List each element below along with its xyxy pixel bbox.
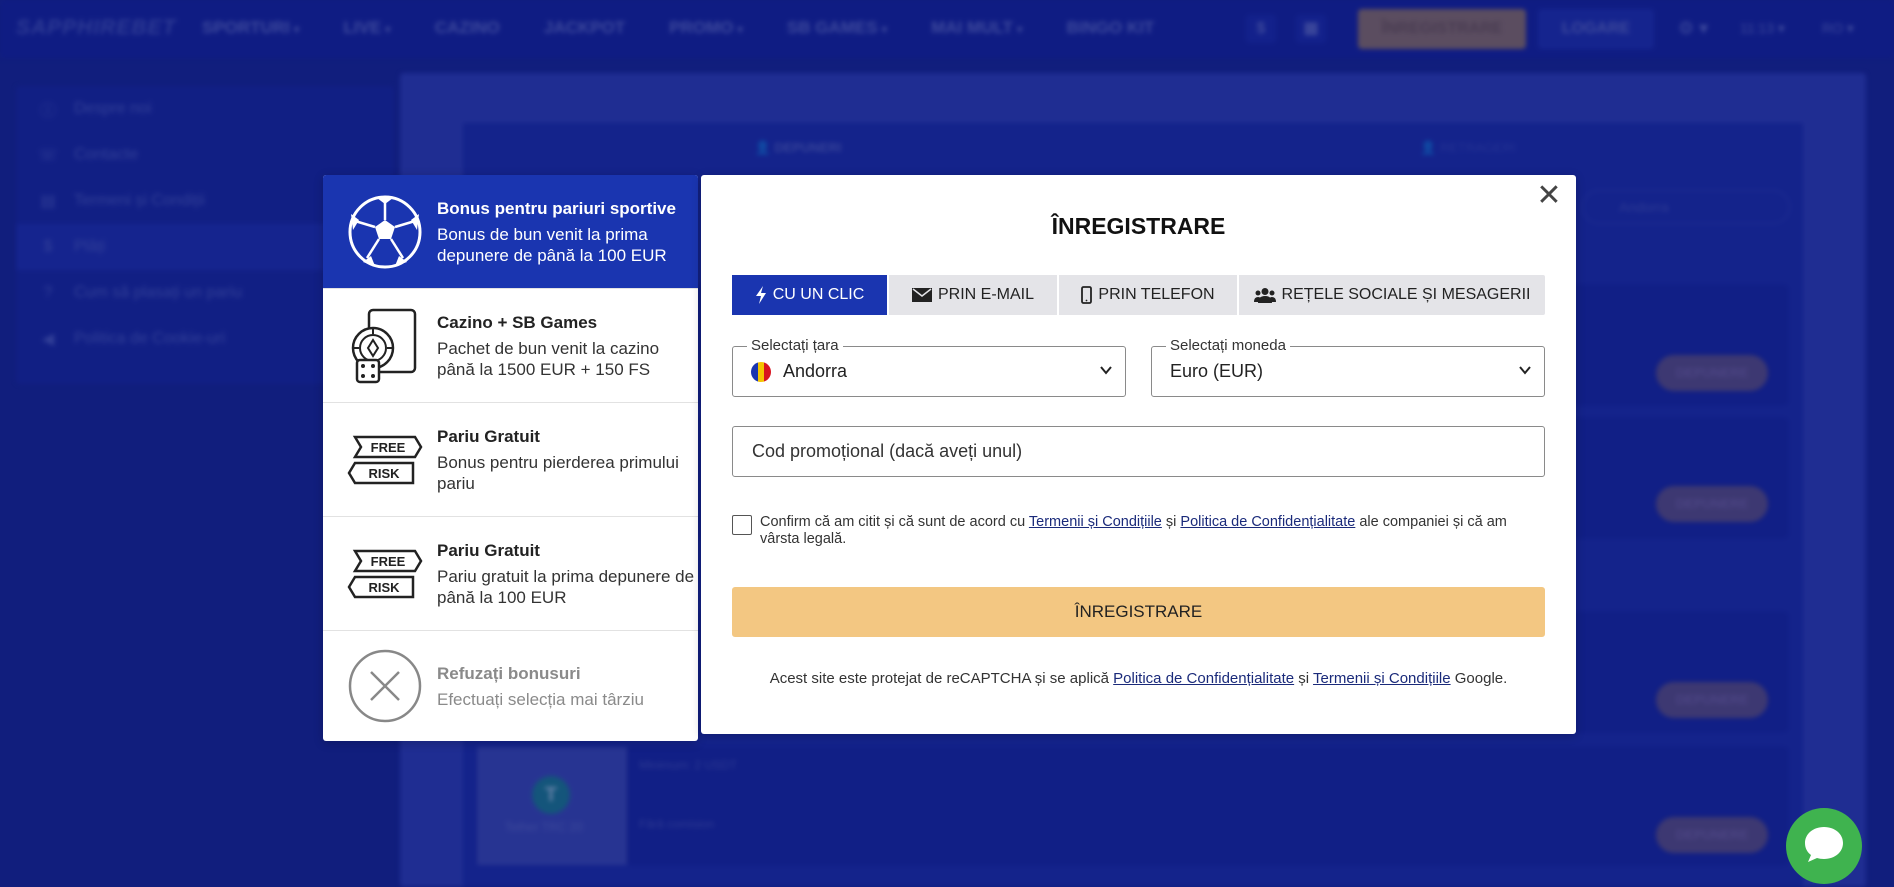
bonus-title: Pariu Gratuit: [437, 426, 540, 446]
free-risk-icon: FREE RISK: [347, 536, 423, 612]
free-risk-icon: FREE RISK: [347, 422, 423, 498]
refuse-x-icon: [347, 648, 423, 724]
chevron-down-icon: [1099, 363, 1113, 382]
tab-one-click[interactable]: CU UN CLIC: [732, 275, 889, 315]
bonus-panel: Bonus pentru pariuri sportive Bonus de b…: [323, 175, 698, 741]
recaptcha-notice: Acest site este protejat de reCAPTCHA și…: [769, 670, 1508, 687]
country-label: Selectați țara: [747, 337, 843, 354]
chevron-down-icon: [1518, 363, 1532, 382]
currency-select[interactable]: Selectați moneda Euro (EUR): [1151, 337, 1545, 397]
tab-social[interactable]: REȚELE SOCIALE ȘI MESAGERII: [1239, 275, 1545, 315]
andorra-flag-icon: [751, 361, 771, 382]
bonus-option-sports[interactable]: Bonus pentru pariuri sportive Bonus de b…: [323, 175, 698, 289]
bonus-option-refuse[interactable]: Refuzați bonusuri Efectuați selecția mai…: [323, 631, 698, 741]
google-privacy-link[interactable]: Politica de Confidențialitate: [1113, 670, 1294, 687]
register-submit-button[interactable]: ÎNREGISTRARE: [732, 587, 1545, 637]
users-group-icon: [1253, 287, 1276, 303]
promo-code-input[interactable]: Cod promoțional (dacă aveți unul): [732, 426, 1545, 477]
bonus-title: Pariu Gratuit: [437, 540, 540, 560]
soccer-ball-icon: [347, 194, 423, 270]
google-terms-link[interactable]: Termenii și Condițiile: [1313, 670, 1451, 687]
modal-title: ÎNREGISTRARE: [1051, 213, 1226, 239]
country-value: Andorra: [783, 361, 848, 381]
mobile-phone-icon: [1081, 286, 1093, 304]
svg-text:RISK: RISK: [368, 466, 400, 481]
chat-bubble-icon: [1803, 824, 1845, 869]
close-icon[interactable]: ✕: [1534, 181, 1564, 211]
bonus-title: Cazino + SB Games: [437, 312, 598, 332]
terms-consent: Confirm că am citit și că sunt de acord …: [732, 514, 1545, 548]
bonus-description: Efectuați selecția mai târziu: [437, 689, 644, 709]
bonus-option-casino[interactable]: Cazino + SB Games Pachet de bun venit la…: [323, 289, 698, 403]
bonus-description: Bonus de bun venit la prima depunere de …: [437, 224, 667, 265]
svg-text:FREE: FREE: [371, 440, 406, 455]
casino-cards-chip-dice-icon: [347, 308, 423, 384]
terms-link[interactable]: Termenii și Condițiile: [1029, 514, 1162, 530]
svg-text:FREE: FREE: [371, 554, 406, 569]
bonus-description: Pachet de bun venit la cazino până la 15…: [437, 338, 660, 379]
tab-email[interactable]: PRIN E-MAIL: [889, 275, 1059, 315]
tab-phone[interactable]: PRIN TELEFON: [1059, 275, 1239, 315]
bonus-title: Bonus pentru pariuri sportive: [437, 198, 676, 218]
country-select[interactable]: Selectați țara Andorra: [732, 337, 1126, 397]
bonus-title: Refuzați bonusuri: [437, 663, 581, 683]
bonus-description: Pariu gratuit la prima depunere de până …: [437, 566, 695, 607]
live-chat-button[interactable]: [1786, 808, 1862, 884]
bonus-option-free-bet-loss[interactable]: FREE RISK Pariu Gratuit Bonus pentru pie…: [323, 403, 698, 517]
registration-modal: ✕ ÎNREGISTRARE CU UN CLIC PRIN E-MAIL PR…: [701, 175, 1576, 734]
svg-text:RISK: RISK: [368, 580, 400, 595]
currency-value: Euro (EUR): [1170, 361, 1264, 381]
bonus-description: Bonus pentru pierderea primului pariu: [437, 452, 679, 493]
terms-checkbox[interactable]: [732, 515, 752, 535]
currency-label: Selectați moneda: [1166, 337, 1290, 354]
lightning-icon: [755, 286, 767, 304]
envelope-icon: [911, 288, 932, 302]
bonus-option-free-bet-deposit[interactable]: FREE RISK Pariu Gratuit Pariu gratuit la…: [323, 517, 698, 631]
privacy-link[interactable]: Politica de Confidențialitate: [1180, 514, 1355, 530]
consent-text: Confirm că am citit și că sunt de acord …: [760, 514, 1507, 547]
registration-method-tabs: CU UN CLIC PRIN E-MAIL PRIN TELEFON REȚE…: [732, 275, 1545, 315]
